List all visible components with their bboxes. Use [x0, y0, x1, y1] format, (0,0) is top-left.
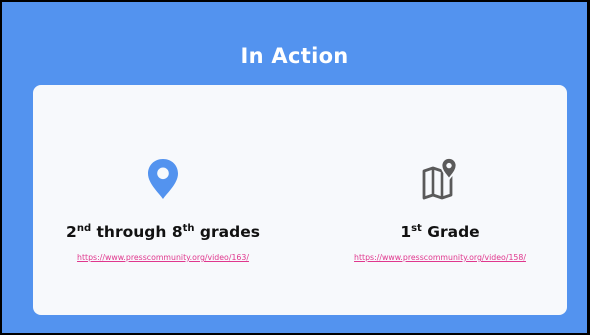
- content-card: 2nd through 8th grades https://www.press…: [33, 85, 567, 315]
- first-grade-label: 1st Grade: [400, 223, 480, 241]
- item-column-grades: 2nd through 8th grades https://www.press…: [33, 85, 293, 315]
- slide: In Action 2nd through 8th grades https:/…: [2, 2, 587, 333]
- slide-title: In Action: [240, 44, 349, 68]
- video-link-158[interactable]: https://www.presscommunity.org/video/158…: [313, 253, 567, 262]
- video-link-163[interactable]: https://www.presscommunity.org/video/163…: [33, 253, 293, 262]
- location-pin-icon: [148, 159, 178, 199]
- map-pin-icon: [422, 157, 458, 200]
- grades-label: 2nd through 8th grades: [66, 223, 260, 241]
- item-column-first-grade: 1st Grade https://www.presscommunity.org…: [313, 85, 567, 315]
